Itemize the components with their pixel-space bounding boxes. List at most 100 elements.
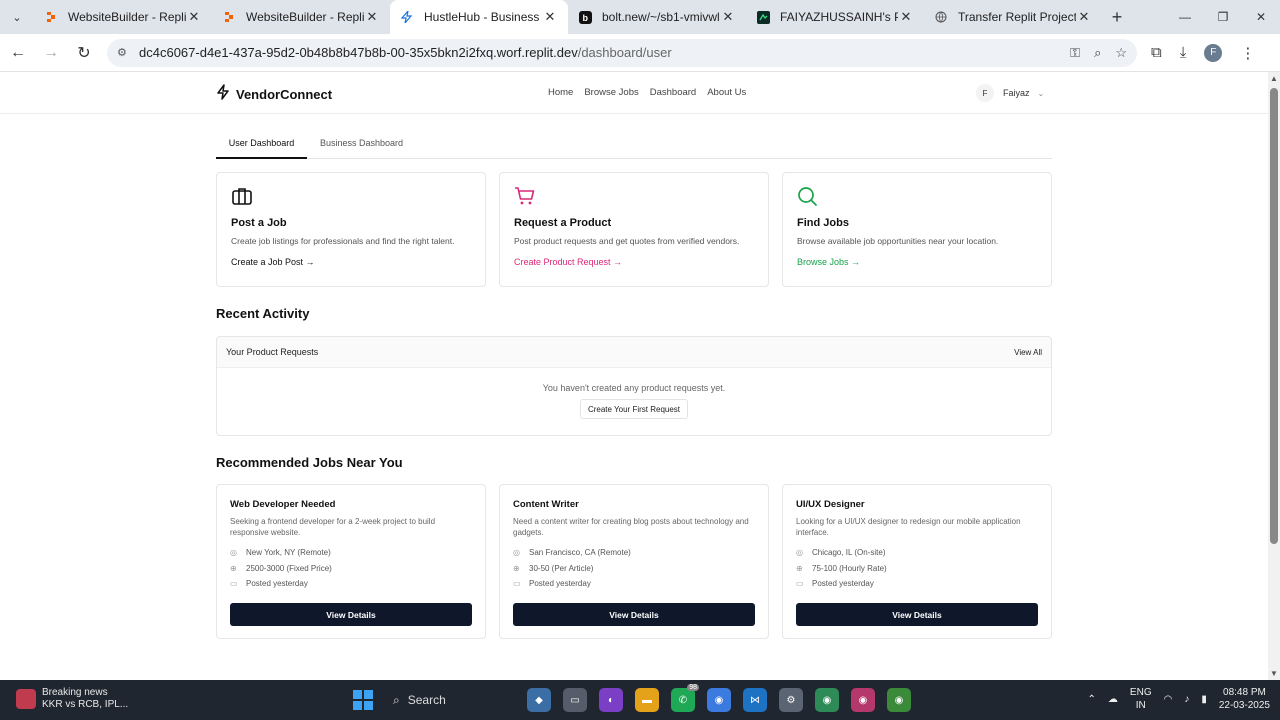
view-all-link[interactable]: View All	[1014, 348, 1042, 357]
onedrive-icon[interactable]: ☁	[1108, 694, 1118, 705]
news-widget[interactable]: Breaking news KKR vs RCB, IPL...	[16, 687, 128, 711]
page-scrollbar[interactable]: ▲ ▼	[1268, 72, 1280, 680]
site-info-icon[interactable]: ⚙	[117, 46, 133, 59]
scrollbar-thumb[interactable]	[1270, 88, 1278, 544]
windows-start-icon[interactable]	[353, 690, 373, 710]
job-card: Content Writer Need a content writer for…	[499, 484, 769, 639]
close-tab-icon[interactable]: ✕	[720, 9, 736, 25]
browser-tab-bar: ⌄ WebsiteBuilder - Replit ✕ WebsiteBuild…	[0, 0, 1280, 34]
nav-about-us[interactable]: About Us	[707, 87, 746, 98]
close-tab-icon[interactable]: ✕	[186, 9, 202, 25]
scroll-down-icon[interactable]: ▼	[1268, 669, 1280, 678]
request-product-card: Request a Product Post product requests …	[499, 172, 769, 287]
back-icon[interactable]: ←	[3, 38, 33, 68]
scroll-up-icon[interactable]: ▲	[1268, 74, 1280, 83]
chevron-up-icon[interactable]: ⌃	[1088, 694, 1096, 705]
wifi-icon[interactable]: ◠	[1164, 694, 1173, 705]
bookmark-star-icon[interactable]: ☆	[1115, 45, 1127, 61]
browser-tab[interactable]: WebsiteBuilder - Replit ✕	[34, 0, 212, 34]
browse-jobs-link[interactable]: Browse Jobs →	[797, 257, 1037, 267]
copilot-icon[interactable]: ◐	[599, 688, 623, 712]
system-tray: ⌃ ☁ ENG IN ◠ ♪ ▮ 08:48 PM 22-03-2025	[1088, 686, 1270, 712]
volume-icon[interactable]: ♪	[1184, 694, 1189, 705]
browser-tab[interactable]: b bolt.new/~/sb1-vmivwlf2 ✕	[568, 0, 746, 34]
whatsapp-icon[interactable]: ✆ 98	[671, 684, 699, 712]
news-subtitle: KKR vs RCB, IPL...	[42, 699, 129, 710]
chrome-profile-icon[interactable]: ◉	[815, 688, 839, 712]
profile-avatar[interactable]: F	[1204, 43, 1223, 62]
vscode-icon[interactable]: ⋈	[743, 688, 767, 712]
reload-icon[interactable]: ↻	[69, 38, 99, 68]
calendar-icon: ▭	[513, 579, 521, 589]
view-details-button[interactable]: View Details	[796, 603, 1038, 626]
close-tab-icon[interactable]: ✕	[1076, 9, 1092, 25]
bolt-icon	[216, 84, 230, 104]
address-bar[interactable]: ⚙ dc4c6067-d4e1-437a-95d2-0b48b8b47b8b-0…	[107, 38, 1137, 67]
chrome-profile-icon[interactable]: ◉	[887, 688, 911, 712]
close-tab-icon[interactable]: ✕	[898, 9, 914, 25]
tab-business-dashboard[interactable]: Business Dashboard	[320, 134, 403, 159]
language-indicator[interactable]: ENG IN	[1130, 686, 1152, 712]
card-title: Request a Product	[514, 217, 612, 229]
time-text: 08:48 PM	[1223, 687, 1266, 698]
product-requests-panel: Your Product Requests View All You haven…	[216, 336, 1052, 436]
location-text: San Francisco, CA (Remote)	[529, 548, 631, 558]
view-details-button[interactable]: View Details	[230, 603, 472, 626]
posted-text: Posted yesterday	[529, 579, 591, 589]
taskbar-search[interactable]: ⌕ Search	[385, 688, 525, 712]
browser-tab[interactable]: WebsiteBuilder - Replit ✕	[212, 0, 390, 34]
pay-text: 30-50 (Per Article)	[529, 563, 594, 573]
close-tab-icon[interactable]: ✕	[542, 9, 558, 25]
tab-title: WebsiteBuilder - Replit	[246, 10, 364, 24]
key-icon[interactable]: ⚿	[1070, 45, 1080, 61]
job-posted: ▭ Posted yesterday	[513, 576, 755, 592]
create-product-request-link[interactable]: Create Product Request →	[514, 257, 754, 267]
chrome-icon[interactable]: ◉	[707, 688, 731, 712]
minimize-icon[interactable]: —	[1166, 10, 1204, 24]
new-tab-button[interactable]: +	[1102, 7, 1132, 28]
user-menu[interactable]: F Faiyaz ⌄	[976, 84, 1044, 102]
file-explorer-icon[interactable]: ▬	[635, 688, 659, 712]
download-icon[interactable]: ⤓	[1180, 44, 1187, 61]
window-controls: — ❐ ✕	[1166, 0, 1280, 34]
extensions-icon[interactable]: ⧉	[1151, 44, 1162, 61]
recent-activity-heading: Recent Activity	[216, 306, 310, 321]
clock[interactable]: 08:48 PM 22-03-2025	[1219, 686, 1270, 712]
news-title: Breaking news	[42, 687, 108, 698]
url-text: dc4c6067-d4e1-437a-95d2-0b48b8b47b8b-00-…	[139, 45, 1070, 60]
map-pin-icon: ◎	[796, 548, 803, 558]
battery-icon[interactable]: ▮	[1201, 694, 1207, 705]
zoom-icon[interactable]: ⌕	[1094, 45, 1101, 61]
settings-gear-icon[interactable]: ⚙	[779, 688, 803, 712]
job-title: Web Developer Needed	[230, 499, 336, 510]
view-details-button[interactable]: View Details	[513, 603, 755, 626]
find-jobs-card: Find Jobs Browse available job opportuni…	[782, 172, 1052, 287]
nav-home[interactable]: Home	[548, 87, 573, 98]
brand-logo[interactable]: VendorConnect	[216, 84, 332, 104]
forward-icon[interactable]: →	[36, 38, 66, 68]
nav-browse-jobs[interactable]: Browse Jobs	[584, 87, 638, 98]
job-pay: ⊕ 75-100 (Hourly Rate)	[796, 561, 1038, 577]
tab-search-button[interactable]: ⌄	[0, 0, 34, 34]
maximize-icon[interactable]: ❐	[1204, 10, 1242, 24]
create-first-request-button[interactable]: Create Your First Request	[580, 399, 688, 419]
pay-text: 75-100 (Hourly Rate)	[812, 563, 887, 573]
task-view-icon[interactable]: ▭	[563, 688, 587, 712]
close-window-icon[interactable]: ✕	[1242, 10, 1280, 24]
browser-tab-active[interactable]: HustleHub - Business & Us ✕	[390, 0, 568, 34]
widgets-icon[interactable]: ◆	[527, 688, 551, 712]
tab-user-dashboard[interactable]: User Dashboard	[216, 134, 307, 159]
job-description: Need a content writer for creating blog …	[513, 517, 749, 537]
empty-state-text: You haven't created any product requests…	[542, 383, 726, 393]
create-job-post-link[interactable]: Create a Job Post →	[231, 257, 471, 267]
dollar-icon: ⊕	[796, 563, 803, 573]
close-tab-icon[interactable]: ✕	[364, 9, 380, 25]
nav-dashboard[interactable]: Dashboard	[650, 87, 696, 98]
chrome-profile-icon[interactable]: ◉	[851, 688, 875, 712]
job-pay: ⊕ 2500-3000 (Fixed Price)	[230, 561, 472, 577]
browser-tab[interactable]: FAIYAZHUSSAINH's Project ✕	[746, 0, 924, 34]
avatar: F	[976, 84, 994, 102]
browser-tab[interactable]: Transfer Replit Project ✕	[924, 0, 1102, 34]
browser-menu-icon[interactable]: ⋮	[1240, 44, 1255, 62]
map-pin-icon: ◎	[513, 548, 520, 558]
